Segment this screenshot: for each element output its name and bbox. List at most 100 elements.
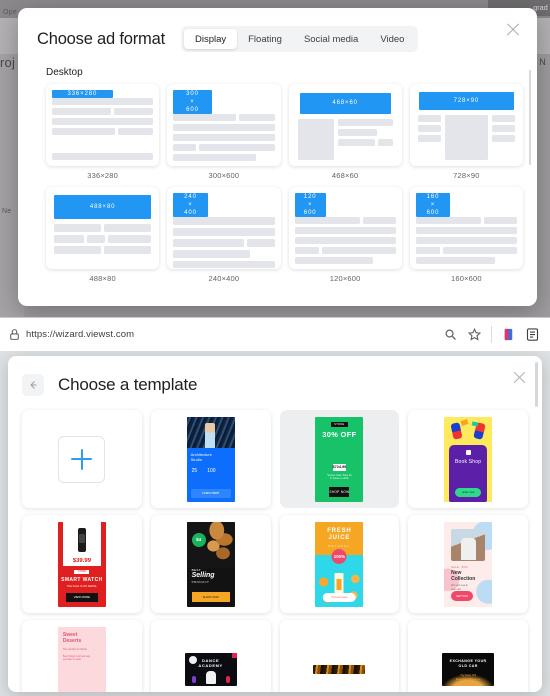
lock-icon [8, 328, 21, 341]
ad-format-caption: 728×90 [453, 171, 480, 180]
ad-format-caption: 120×600 [329, 274, 361, 283]
template-card-fire-banner[interactable] [279, 620, 400, 692]
format-badge: 468×60 [299, 93, 391, 114]
template-card-sweet-deserts[interactable]: Sweet Deserts The soft bite for thinkin … [22, 620, 142, 692]
close-icon[interactable] [505, 21, 521, 37]
back-arrow-icon[interactable] [22, 374, 44, 396]
tab-social-media[interactable]: Social media [293, 29, 369, 49]
template-card-smart-watch[interactable]: $39.99 STORE SMART WATCH THE SALE IS ON … [22, 515, 142, 613]
template-card-30-percent-off-sneakers[interactable]: STORE 30% OFF $724.99 *promo code. Save … [279, 410, 400, 508]
template-grid: Architecture Studio 25 100 Learn more ST… [8, 410, 542, 692]
ad-format-header: Choose ad format Display Floating Social… [18, 8, 537, 60]
ad-format-card-240x400[interactable]: 240 × 400 [167, 187, 281, 269]
ad-format-card-336x280[interactable]: 336×280 [46, 84, 160, 166]
thumb-cta: VIEW MORE [65, 592, 98, 602]
thumb-photo [186, 416, 235, 448]
format-badge: 728×90 [418, 92, 514, 110]
app-screen: Ope roj Ne grad N Choose ad format Displ… [0, 0, 550, 696]
ad-format-card-728x90[interactable]: 728×90 [409, 84, 523, 166]
thumb-cta: Choose taste [323, 592, 356, 602]
thumb-product-image [62, 521, 101, 558]
thumb-illustration [444, 417, 492, 445]
choose-template-panel: Choose a template Architecture Studio 25 [0, 351, 550, 696]
thumb-subtitle: PRODUCT [191, 579, 210, 584]
thumb-tag: SALE -50% [451, 565, 468, 569]
bg-fragment-n: N [539, 57, 546, 67]
thumb-cta: SHOP NOW [329, 486, 350, 497]
template-thumb: EXCHANGE YOUR OLD CAR Try from US Feel t… [442, 652, 495, 686]
bg-fragment-open: Ope [3, 9, 17, 16]
search-icon[interactable] [443, 327, 458, 342]
format-badge: 488×80 [54, 195, 152, 219]
close-icon[interactable] [512, 370, 527, 385]
extension-icon[interactable] [501, 327, 516, 342]
thumb-num-2: 100 [207, 468, 216, 475]
template-thumb: $4 BEST Selling PRODUCT SHOP NOW [186, 521, 235, 607]
thumb-body: Best things to la best way you have in w… [62, 654, 90, 662]
ad-format-card-488x80[interactable]: 488×80 [46, 187, 160, 269]
template-card-new-blank-template[interactable] [22, 410, 142, 508]
thumb-title: FRESH JUICE [327, 527, 352, 542]
ad-format-title: Choose ad format [37, 29, 165, 48]
thumb-headline: 30% OFF [322, 429, 357, 439]
template-thumb: Architecture Studio 25 100 Learn more [186, 416, 235, 502]
tab-floating[interactable]: Floating [237, 29, 293, 49]
reader-icon[interactable] [525, 327, 540, 342]
ad-format-tabs: Display Floating Social media Video [180, 26, 419, 52]
bookmark-star-icon[interactable] [467, 327, 482, 342]
template-card-book-shop[interactable]: Book Shop order now [408, 410, 528, 508]
template-title: Choose a template [58, 375, 198, 394]
template-scrollbar[interactable] [535, 362, 538, 407]
thumb-title: Selling [191, 571, 215, 579]
thumb-photo [451, 528, 486, 561]
thumb-title: New Collection [451, 569, 476, 582]
ad-format-card-468x60[interactable]: 468×60 [288, 84, 402, 166]
thumb-cta: SHOP NOW [191, 592, 230, 602]
choose-ad-format-dialog: Choose ad format Display Floating Social… [18, 8, 537, 306]
thumb-price-badge: $4 [191, 532, 206, 547]
thumb-subtitle: For your eye & your self [451, 583, 468, 591]
thumb-cta: Learn more [190, 488, 231, 498]
ad-format-cell: 488×80 488×80 [46, 187, 160, 283]
thumb-stats: 25 100 [187, 462, 235, 474]
thumb-product-image: $4 [186, 521, 235, 568]
url-text[interactable]: https://wizard.viewst.com [26, 329, 443, 340]
ad-format-caption: 336×280 [87, 171, 119, 180]
template-card-exchange-your-old-car[interactable]: EXCHANGE YOUR OLD CAR Try from US Feel t… [408, 620, 528, 692]
thumb-subtitle: THE SALE IS ON SERIAL [66, 585, 98, 588]
template-card-fresh-juice[interactable]: FRESH JUICE NATURAL 100% Choose taste [279, 515, 400, 613]
ad-format-scrollbar[interactable] [528, 70, 531, 165]
ad-format-cell: 336×280 336×280 [46, 84, 160, 180]
bg-fragment-projects: roj [0, 55, 16, 70]
template-thumb: STORE 30% OFF $724.99 *promo code. Save … [315, 416, 364, 502]
ad-format-card-300x600[interactable]: 300 × 600 [167, 84, 281, 166]
thumb-num-1: 25 [191, 468, 198, 475]
template-header: Choose a template [8, 356, 542, 410]
ad-format-card-160x600[interactable]: 160 × 600 [409, 187, 523, 269]
template-card-dance-academy[interactable]: DANCE ACADEMY [150, 620, 271, 692]
choose-template-dialog: Choose a template Architecture Studio 25 [8, 356, 542, 692]
template-card-new-collection[interactable]: SALE -50% New Collection For your eye & … [408, 515, 528, 613]
template-thumb [313, 664, 366, 674]
browser-address-bar: https://wizard.viewst.com [0, 317, 550, 351]
tab-video[interactable]: Video [369, 29, 415, 49]
ad-format-cell: 160 × 600 160×600 [409, 187, 523, 283]
thumb-card: Book Shop order now [449, 444, 488, 502]
thumb-title: SMART WATCH [61, 577, 103, 583]
template-card-architecture-studio[interactable]: Architecture Studio 25 100 Learn more [150, 410, 271, 508]
template-thumb: Book Shop order now [444, 416, 493, 502]
ad-format-panel: Ope roj Ne grad N Choose ad format Displ… [0, 0, 550, 317]
ad-format-caption: 488×80 [89, 274, 116, 283]
ad-format-caption: 300×600 [208, 171, 240, 180]
ad-format-caption: 240×400 [208, 274, 240, 283]
ad-format-card-120x600[interactable]: 120 × 600 [288, 187, 402, 269]
tab-display[interactable]: Display [183, 29, 238, 49]
format-badge: 160 × 600 [415, 193, 451, 218]
template-card-best-selling-product[interactable]: $4 BEST Selling PRODUCT SHOP NOW [150, 515, 271, 613]
template-thumb: Sweet Deserts The soft bite for thinkin … [57, 626, 106, 692]
thumb-illustration: Choose taste [315, 554, 364, 607]
ad-format-caption: 160×600 [450, 274, 482, 283]
thumb-cta: order now [454, 487, 482, 497]
ad-format-grid-body: 336×280 336×280 300 × 600 300×600 468×60… [18, 84, 537, 283]
thumb-cta: GET 50% [451, 591, 474, 601]
